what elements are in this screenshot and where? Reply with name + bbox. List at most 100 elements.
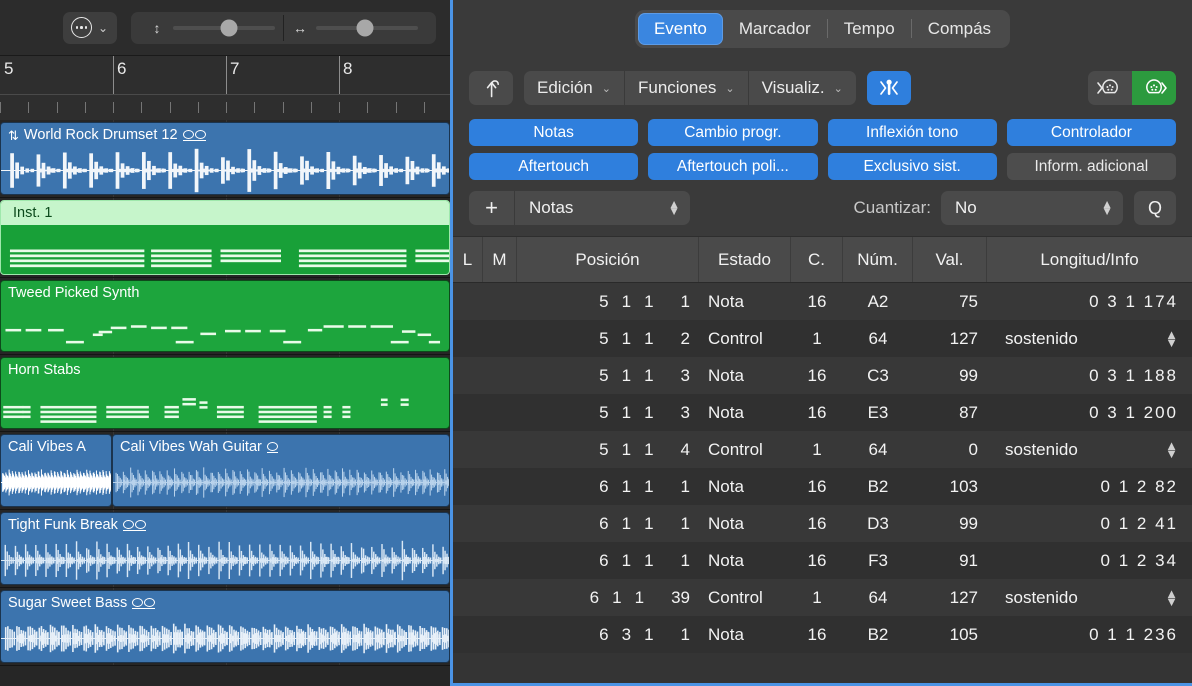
region[interactable]: Horn Stabs — [0, 357, 450, 429]
add-event-button[interactable]: + — [469, 191, 515, 225]
horizontal-zoom-knob[interactable] — [356, 19, 374, 36]
quantize-apply-button[interactable]: Q — [1134, 191, 1176, 225]
cell-value[interactable]: 0 — [913, 431, 987, 468]
catch-link-button[interactable] — [866, 71, 911, 105]
cell-position[interactable]: 5113 — [517, 394, 699, 431]
filter-inflexi-n-tono[interactable]: Inflexión tono — [827, 119, 997, 146]
cell-number[interactable]: C3 — [843, 357, 913, 394]
track-lane[interactable]: Cali Vibes A Cali Vibes Wah Guitar — [0, 432, 450, 510]
bar-ruler[interactable]: 5 6 7 8 — [0, 55, 450, 120]
filter-cambio-progr-[interactable]: Cambio progr. — [648, 119, 818, 146]
cell-value[interactable]: 87 — [913, 394, 987, 431]
column-header-longitud[interactable]: Longitud/Info — [987, 237, 1192, 282]
cell-channel[interactable]: 16 — [791, 468, 843, 505]
go-up-button[interactable] — [469, 71, 513, 105]
cell-position[interactable]: 6111 — [517, 542, 699, 579]
filter-exclusivo-sist-[interactable]: Exclusivo sist. — [827, 153, 997, 180]
cell-status[interactable]: Nota — [699, 468, 791, 505]
region[interactable]: Tweed Picked Synth — [0, 280, 450, 352]
vertical-zoom-track[interactable] — [173, 19, 275, 36]
cell-value[interactable]: 99 — [913, 357, 987, 394]
cell-value[interactable]: 127 — [913, 320, 987, 357]
cell-position[interactable]: 6311 — [517, 616, 699, 653]
cell-value[interactable]: 91 — [913, 542, 987, 579]
cell-length-info[interactable]: sostenido ▲ ▼ — [987, 579, 1192, 616]
event-table-body[interactable]: 5 1 1 1 Nota 16 A2 75 0 3 1 174 5 1 1 2 Control 1 64 127… — [453, 283, 1192, 683]
menu-funciones[interactable]: Funciones ⌄ — [623, 71, 748, 105]
column-header-canal[interactable]: C. — [791, 237, 843, 282]
cell-number[interactable]: 64 — [843, 579, 913, 616]
menu-edicin[interactable]: Edición ⌄ — [524, 71, 624, 105]
cell-length-info[interactable]: 0 3 1 200 — [987, 394, 1192, 431]
cell-length-info[interactable]: sostenido ▲ ▼ — [987, 431, 1192, 468]
cell-length-info[interactable]: 0 1 1 236 — [987, 616, 1192, 653]
cell-length-info[interactable]: sostenido ▲ ▼ — [987, 320, 1192, 357]
cell-number[interactable]: A2 — [843, 283, 913, 320]
cell-status[interactable]: Nota — [699, 542, 791, 579]
cell-channel[interactable]: 1 — [791, 579, 843, 616]
cell-channel[interactable]: 1 — [791, 431, 843, 468]
cell-length-info[interactable]: 0 1 2 82 — [987, 468, 1192, 505]
cell-position[interactable]: 5112 — [517, 320, 699, 357]
cell-mute[interactable] — [483, 394, 517, 431]
event-row[interactable]: 5 1 1 2 Control 1 64 127 sostenido ▲ ▼ — [453, 320, 1192, 357]
cell-number[interactable]: F3 — [843, 542, 913, 579]
cell-lock[interactable] — [453, 616, 483, 653]
cell-status[interactable]: Control — [699, 320, 791, 357]
cell-status[interactable]: Nota — [699, 394, 791, 431]
event-row[interactable]: 6 1 1 39 Control 1 64 127 sostenido ▲ ▼ — [453, 579, 1192, 616]
column-header-num[interactable]: Núm. — [843, 237, 913, 282]
horizontal-zoom-track[interactable] — [316, 19, 418, 36]
cell-position[interactable]: 5114 — [517, 431, 699, 468]
value-stepper-icon[interactable]: ▲ ▼ — [1165, 587, 1178, 607]
event-type-popup[interactable]: Notas ▲ ▼ — [515, 191, 690, 225]
cell-value[interactable]: 105 — [913, 616, 987, 653]
cell-channel[interactable]: 16 — [791, 616, 843, 653]
cell-position[interactable]: 6111 — [517, 468, 699, 505]
cell-lock[interactable] — [453, 542, 483, 579]
midi-in-button[interactable] — [1088, 71, 1132, 105]
cell-lock[interactable] — [453, 357, 483, 394]
cell-status[interactable]: Nota — [699, 505, 791, 542]
cell-number[interactable]: D3 — [843, 505, 913, 542]
vertical-zoom-slider[interactable]: ↕ — [141, 19, 283, 36]
cell-mute[interactable] — [483, 320, 517, 357]
event-row[interactable]: 6 1 1 1 Nota 16 B2 103 0 1 2 82 — [453, 468, 1192, 505]
catch-playhead-button[interactable]: ⌄ — [62, 11, 117, 44]
region[interactable]: Tight Funk Break — [0, 512, 450, 585]
event-row[interactable]: 6 1 1 1 Nota 16 D3 99 0 1 2 41 — [453, 505, 1192, 542]
cell-lock[interactable] — [453, 283, 483, 320]
region[interactable]: Inst. 1 — [0, 200, 450, 275]
cell-mute[interactable] — [483, 431, 517, 468]
region[interactable]: ⇅ World Rock Drumset 12 — [0, 122, 450, 195]
cell-channel[interactable]: 16 — [791, 283, 843, 320]
region[interactable]: Cali Vibes Wah Guitar — [112, 434, 450, 507]
cell-lock[interactable] — [453, 468, 483, 505]
cell-mute[interactable] — [483, 468, 517, 505]
column-header-estado[interactable]: Estado — [699, 237, 791, 282]
menu-visualiz[interactable]: Visualiz. ⌄ — [747, 71, 856, 105]
event-row[interactable]: 5 1 1 1 Nota 16 A2 75 0 3 1 174 — [453, 283, 1192, 320]
value-stepper-icon[interactable]: ▲ ▼ — [1165, 328, 1178, 348]
tab-marcador[interactable]: Marcador — [723, 13, 827, 45]
cell-channel[interactable]: 16 — [791, 357, 843, 394]
cell-number[interactable]: 64 — [843, 431, 913, 468]
tab-comps[interactable]: Compás — [912, 13, 1007, 45]
cell-lock[interactable] — [453, 394, 483, 431]
column-header-pos[interactable]: Posición — [517, 237, 699, 282]
event-row[interactable]: 6 1 1 1 Nota 16 F3 91 0 1 2 34 — [453, 542, 1192, 579]
track-lane[interactable]: Tight Funk Break — [0, 510, 450, 588]
track-lane[interactable]: Sugar Sweet Bass — [0, 588, 450, 666]
midi-monitor-group[interactable] — [1088, 71, 1176, 105]
cell-lock[interactable] — [453, 431, 483, 468]
filter-controlador[interactable]: Controlador — [1006, 119, 1176, 146]
filter-aftertouch[interactable]: Aftertouch — [469, 153, 639, 180]
tab-evento[interactable]: Evento — [637, 12, 723, 45]
cell-value[interactable]: 103 — [913, 468, 987, 505]
horizontal-zoom-slider[interactable]: ↔ — [284, 19, 426, 36]
cell-number[interactable]: B2 — [843, 616, 913, 653]
cell-mute[interactable] — [483, 616, 517, 653]
cell-length-info[interactable]: 0 1 2 34 — [987, 542, 1192, 579]
event-row[interactable]: 5 1 1 4 Control 1 64 0 sostenido ▲ ▼ — [453, 431, 1192, 468]
cell-status[interactable]: Control — [699, 579, 791, 616]
